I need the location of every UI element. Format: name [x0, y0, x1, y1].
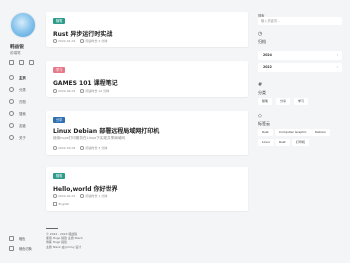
post-description: 使用cups打印服务在Linux下实现共享局域网 [53, 136, 125, 140]
nav-label: 友链 [19, 123, 26, 128]
post-read-time: 阅读时长 1 分钟 [85, 194, 108, 198]
post-read-time: 阅读时长 4 分钟 [85, 39, 108, 43]
nav-item-home[interactable]: 主页 [9, 73, 26, 81]
category-chip[interactable]: 随笔 [258, 98, 273, 105]
post-meta: 2022-03-04 阅读时长 3 分钟 [53, 146, 107, 150]
theme-toggle[interactable]: 暗色 [9, 236, 25, 241]
calendar-icon [53, 39, 57, 43]
archive-title: 归档 [258, 39, 266, 44]
home-icon [9, 74, 14, 80]
tag-chip[interactable]: 打印机 [292, 139, 310, 146]
avatar[interactable] [10, 12, 36, 38]
nav-item-links[interactable]: 友链 [9, 121, 26, 129]
nav-item-categories[interactable]: 分类 [9, 85, 26, 93]
dark-mode-switch[interactable]: 暗色切换 [9, 246, 32, 251]
site-subtitle: 前端笔 [10, 51, 21, 55]
tag-icon: ◇ [258, 113, 262, 119]
post-read-time: 阅读时长 3 分钟 [85, 146, 108, 150]
category-chip[interactable]: 分享 [276, 98, 291, 105]
calendar-icon [53, 146, 57, 150]
post-date: 2022-04-01 [58, 89, 76, 93]
clock-icon [80, 89, 84, 93]
nav-label: 关于 [19, 135, 26, 140]
post-title[interactable]: Hello,world 你好世界 [53, 184, 118, 193]
footer-divider [46, 228, 58, 229]
twitter-icon[interactable] [19, 60, 24, 65]
post-title[interactable]: Linux Debian 部署远程局域网打印机 [53, 126, 159, 135]
post-meta: 2022-02-01 阅读时长 1 分钟 [53, 194, 107, 198]
archive-icon [9, 98, 14, 104]
post-meta: 2022-01-01 阅读时长 4 分钟 [53, 39, 107, 43]
tags-title: 标签云 [258, 121, 270, 126]
post-title[interactable]: GAMES 101 课程笔记 [53, 78, 118, 87]
tag-chip[interactable]: Rust [258, 129, 273, 136]
hash-icon: # [258, 82, 263, 88]
post-tag[interactable]: English [53, 202, 69, 206]
categories-title: 分类 [258, 90, 266, 95]
site-name: 韩益锐 [10, 45, 24, 50]
category-badge[interactable]: 随笔 [53, 18, 66, 24]
search-input[interactable] [258, 17, 342, 25]
archive-year-row[interactable]: 2024 › [258, 51, 342, 60]
post-date: 2022-03-04 [58, 146, 76, 150]
post-date: 2022-02-01 [58, 194, 76, 198]
chevron-right-icon: › [336, 65, 338, 69]
clock-icon [80, 39, 84, 43]
post-card[interactable]: 学习 GAMES 101 课程笔记 2022-04-01 阅读时长 12 分钟 [46, 61, 248, 97]
post-meta: 2022-04-01 阅读时长 12 分钟 [53, 89, 109, 93]
footer-line: 主题 Stack 由 Jimmy 设计 [46, 244, 82, 249]
category-badge[interactable]: 学习 [53, 67, 66, 73]
post-card[interactable]: 随笔 Hello,world 你好世界 2022-02-01 阅读时长 1 分钟… [46, 167, 248, 211]
social-links [9, 60, 34, 65]
archive-year-row[interactable]: 2022 › [258, 63, 342, 72]
moon-icon [9, 236, 14, 241]
calendar-icon [53, 194, 57, 198]
archive-year: 2024 [263, 53, 272, 57]
search-icon [9, 110, 14, 116]
category-badge[interactable]: 分享 [53, 117, 66, 123]
nav-label: 归档 [19, 99, 26, 104]
tag-chip[interactable]: Debian [311, 129, 330, 136]
archive-icon: ◷ [258, 31, 263, 37]
tag-chip[interactable]: Rust [275, 139, 290, 146]
nav-label: 分类 [19, 87, 26, 92]
user-icon [9, 134, 14, 140]
post-date: 2022-01-01 [58, 39, 76, 43]
post-tag-label: English [58, 202, 70, 206]
calendar-icon [53, 89, 57, 93]
post-card[interactable]: 分享 Linux Debian 部署远程局域网打印机 使用cups打印服务在Li… [46, 111, 248, 155]
clock-icon [80, 194, 84, 198]
nav-item-about[interactable]: 关于 [9, 133, 26, 141]
tag-chip[interactable]: Linux [258, 139, 275, 146]
category-badge[interactable]: 随笔 [53, 173, 66, 179]
post-read-time: 阅读时长 12 分钟 [85, 89, 110, 93]
toggle-icon [9, 246, 14, 251]
post-title[interactable]: Rust 异步运行时实战 [53, 29, 112, 38]
tag-chip[interactable]: Computer Graphic [275, 129, 311, 136]
github-icon[interactable] [9, 60, 14, 65]
mail-icon[interactable] [29, 60, 34, 65]
link-icon [9, 122, 14, 128]
post-card[interactable]: 随笔 Rust 异步运行时实战 2022-01-01 阅读时长 4 分钟 [46, 12, 248, 47]
archive-year: 2022 [263, 65, 272, 69]
footer: © 2022 - 2023 韩益锐 使用 Hugo 搭建 主题 Stack 博客… [46, 228, 246, 249]
nav-label: 主页 [19, 75, 26, 80]
theme-toggle-label: 暗色 [19, 237, 26, 241]
nav-label: 搜索 [19, 111, 26, 116]
dark-mode-label: 暗色切换 [19, 247, 32, 251]
left-sidebar: 韩益锐 前端笔 主页 分类 归档 搜索 友链 关于 暗色 暗色切换 [0, 0, 46, 263]
folder-icon [9, 86, 14, 92]
clock-icon [80, 146, 84, 150]
nav-item-search[interactable]: 搜索 [9, 109, 26, 117]
tag-icon [53, 202, 57, 206]
chevron-right-icon: › [336, 53, 338, 57]
nav-item-archives[interactable]: 归档 [9, 97, 26, 105]
category-chip[interactable]: 学习 [294, 98, 309, 105]
